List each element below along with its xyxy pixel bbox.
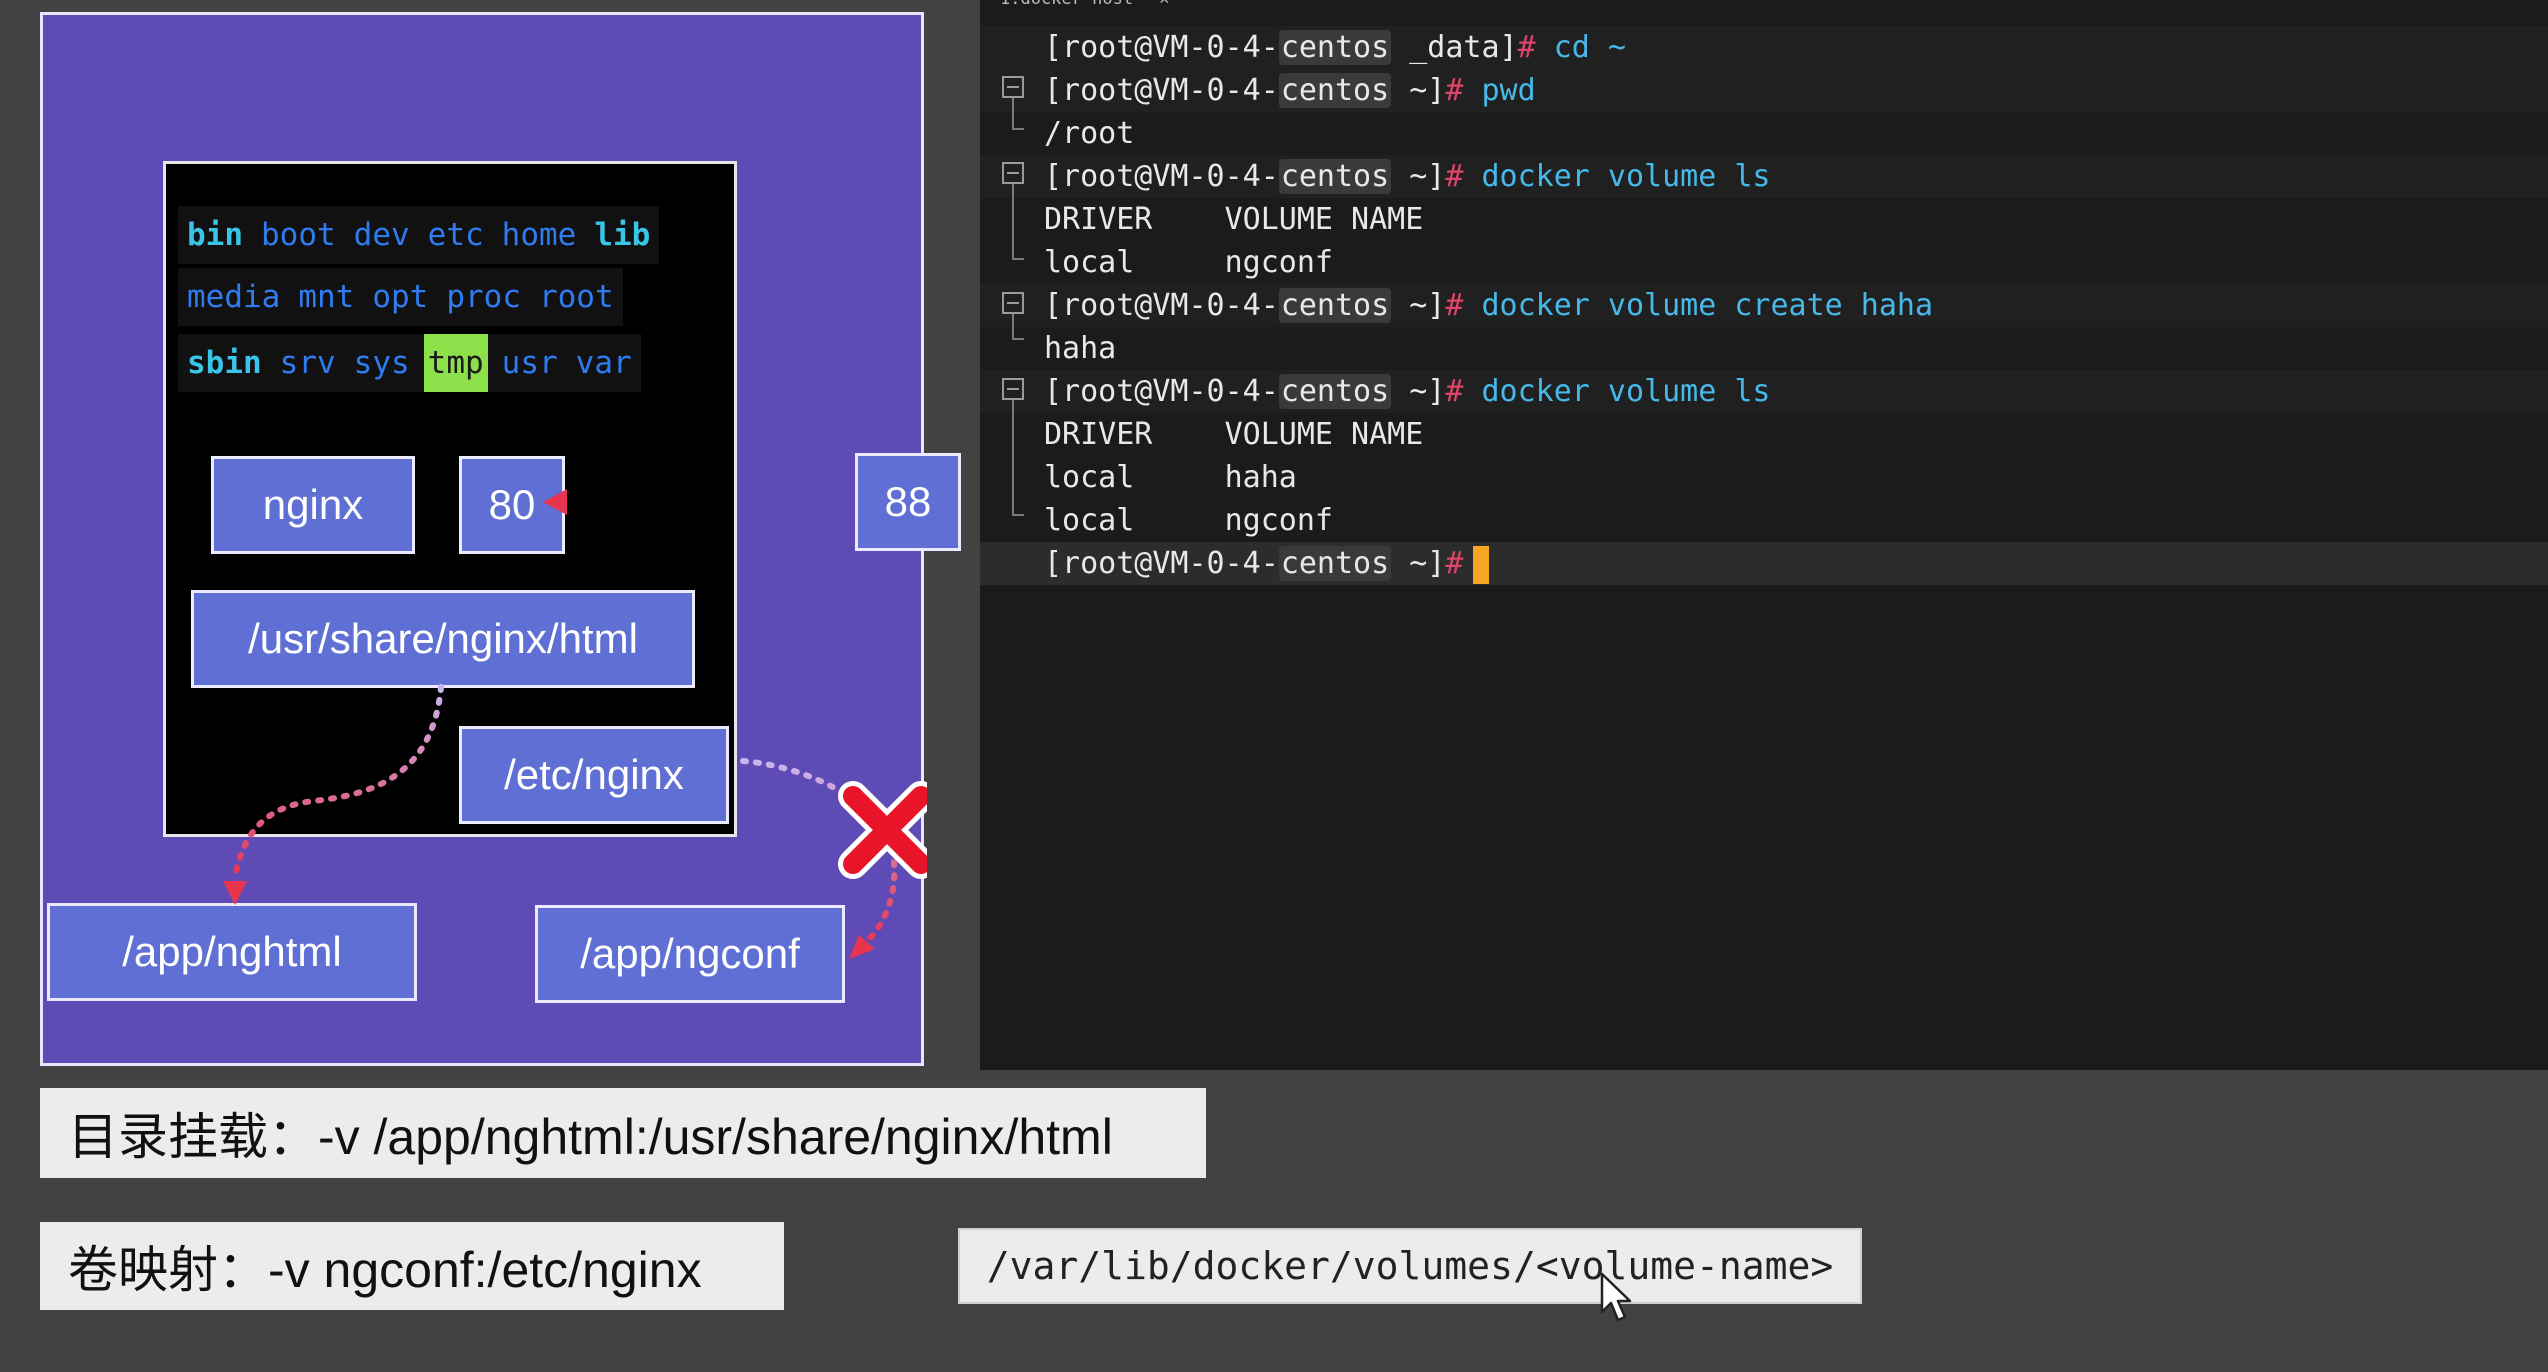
text-cursor xyxy=(1473,545,1490,584)
prompt-host: centos xyxy=(1278,30,1392,65)
terminal-prompt-line: [root@VM-0-4-centos ~]# docker volume cr… xyxy=(980,284,2548,327)
command-text: docker volume create haha xyxy=(1463,288,1934,323)
dir-item-highlighted: tmp xyxy=(423,334,488,392)
dir-item: root xyxy=(538,279,614,315)
fold-toggle-icon[interactable] xyxy=(1002,162,1024,184)
command-text: docker volume ls xyxy=(1463,374,1771,409)
conf-mount-arrowhead xyxy=(849,935,875,959)
terminal-output-line: DRIVER VOLUME NAME xyxy=(1044,417,1424,452)
html-mount-arrowhead xyxy=(223,881,247,905)
html-path-box: /usr/share/nginx/html xyxy=(191,590,695,688)
terminal-output-line: local haha xyxy=(1044,460,1297,495)
mouse-cursor-icon xyxy=(1600,1272,1632,1322)
dir-row-2: media mnt opt proc root xyxy=(178,268,623,326)
fold-toggle-icon[interactable] xyxy=(1002,378,1024,400)
prompt-symbol: # xyxy=(1445,374,1464,409)
nginx-box: nginx xyxy=(211,456,415,554)
command-text: docker volume ls xyxy=(1463,159,1771,194)
conf-path-box: /etc/nginx xyxy=(459,726,729,824)
dir-item: proc xyxy=(446,279,521,315)
prompt-host: centos xyxy=(1278,374,1392,409)
prompt-symbol: # xyxy=(1445,546,1464,581)
terminal-prompt-line: [root@VM-0-4-centos ~]# docker volume ls xyxy=(980,370,2548,413)
prompt-user: [root@VM-0-4- xyxy=(1044,159,1279,194)
volume-path-box: /var/lib/docker/volumes/<volume-name> xyxy=(958,1228,1862,1304)
fold-gutter xyxy=(992,0,1024,1070)
fold-toggle-icon[interactable] xyxy=(1002,292,1024,314)
dir-row-1: bin boot dev etc home lib xyxy=(178,206,660,264)
dir-item: media xyxy=(187,279,281,315)
close-icon[interactable]: ✕ xyxy=(1159,0,1169,9)
prompt-dir: ~] xyxy=(1391,73,1446,108)
prompt-symbol: # xyxy=(1445,73,1464,108)
prompt-dir: ~] xyxy=(1391,288,1446,323)
dir-item: lib xyxy=(594,217,651,253)
prompt-host: centos xyxy=(1278,288,1392,323)
terminal-prompt-line: [root@VM-0-4-centos ~]# pwd xyxy=(980,69,2548,112)
dir-item: etc xyxy=(427,217,484,253)
terminal-output-line: local ngconf xyxy=(1044,503,1333,538)
host-port-box: 88 xyxy=(855,453,961,551)
prompt-symbol: # xyxy=(1445,288,1464,323)
terminal-output-line: haha xyxy=(1044,331,1117,366)
dir-item: sys xyxy=(353,345,410,381)
dir-item: dev xyxy=(353,217,410,253)
prompt-symbol: # xyxy=(1517,30,1536,65)
cross-mark-icon xyxy=(838,781,927,879)
dir-row-3: sbin srv sys tmp usr var xyxy=(178,334,641,392)
container-port-box: 80 xyxy=(459,456,565,554)
prompt-user: [root@VM-0-4- xyxy=(1044,30,1279,65)
prompt-user: [root@VM-0-4- xyxy=(1044,288,1279,323)
terminal-prompt-line: [root@VM-0-4-centos _data]# cd ~ xyxy=(980,26,2548,69)
docker-mount-diagram: bin boot dev etc home lib media mnt opt … xyxy=(40,12,961,1066)
dir-item: srv xyxy=(279,345,336,381)
prompt-host: centos xyxy=(1278,546,1392,581)
host-html-box: /app/nghtml xyxy=(47,903,417,1001)
prompt-dir: ~] xyxy=(1391,374,1446,409)
prompt-dir: _data] xyxy=(1391,30,1518,65)
container-filesystem: bin boot dev etc home lib media mnt opt … xyxy=(163,161,737,837)
dir-item: usr xyxy=(501,345,558,381)
terminal-window[interactable]: 1.docker-host ✕ [root@VM-0-4-centos _dat… xyxy=(980,0,2548,1070)
prompt-user: [root@VM-0-4- xyxy=(1044,374,1279,409)
dir-item: bin xyxy=(187,217,243,253)
dir-item: boot xyxy=(261,217,336,253)
prompt-user: [root@VM-0-4- xyxy=(1044,546,1279,581)
prompt-host: centos xyxy=(1278,159,1392,194)
fold-toggle-icon[interactable] xyxy=(1002,76,1024,98)
command-text: pwd xyxy=(1463,73,1536,108)
dir-item: home xyxy=(501,217,577,253)
dir-item: sbin xyxy=(187,345,262,381)
terminal-prompt-line: [root@VM-0-4-centos ~]# xyxy=(980,542,2548,585)
prompt-host: centos xyxy=(1278,73,1392,108)
volume-caption: 卷映射：-v ngconf:/etc/nginx xyxy=(40,1222,784,1310)
terminal-output-line: /root xyxy=(1044,116,1135,151)
mount-caption: 目录挂载：-v /app/nghtml:/usr/share/nginx/htm… xyxy=(40,1088,1206,1178)
prompt-dir: ~] xyxy=(1391,159,1446,194)
host-conf-box: /app/ngconf xyxy=(535,905,845,1003)
terminal-tab[interactable]: 1.docker-host ✕ xyxy=(1000,0,1169,10)
terminal-tab-title: 1.docker-host xyxy=(1000,0,1133,9)
terminal-output-line: DRIVER VOLUME NAME xyxy=(1044,202,1424,237)
terminal-prompt-line: [root@VM-0-4-centos ~]# docker volume ls xyxy=(980,155,2548,198)
dir-item: var xyxy=(575,345,632,381)
prompt-dir: ~] xyxy=(1391,546,1446,581)
dir-item: mnt xyxy=(298,279,355,315)
dir-item: opt xyxy=(372,279,429,315)
prompt-user: [root@VM-0-4- xyxy=(1044,73,1279,108)
prompt-symbol: # xyxy=(1445,159,1464,194)
terminal-output-line: local ngconf xyxy=(1044,245,1333,280)
command-text: cd ~ xyxy=(1535,30,1626,65)
